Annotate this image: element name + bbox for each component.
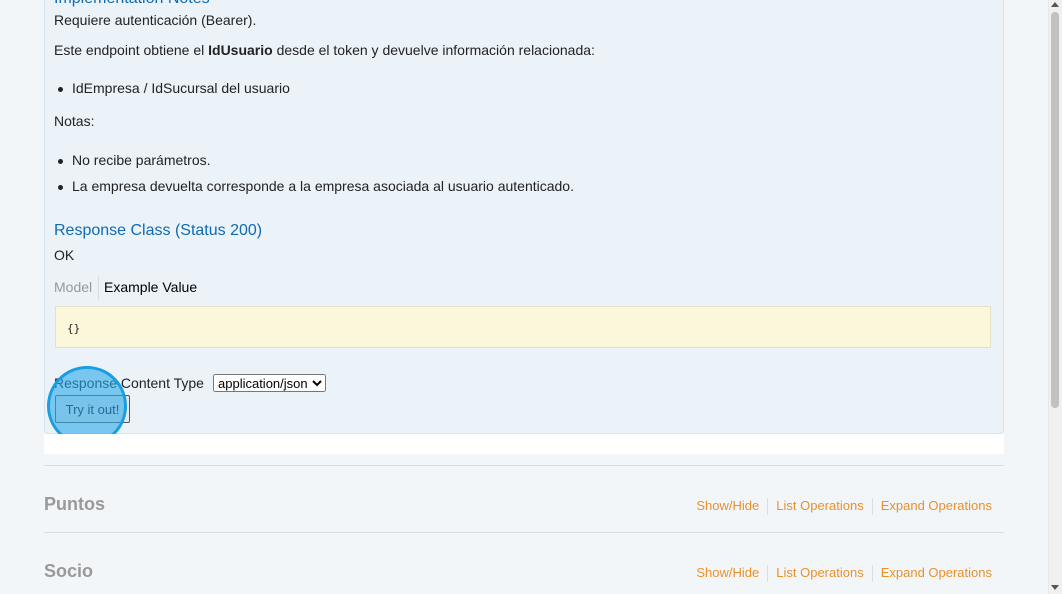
tab-model[interactable]: Model [54,279,92,295]
operation-panel [44,0,1004,434]
section-divider [44,465,1004,466]
response-content-type-label: Response Content Type [54,375,204,391]
endpoint-description: Este endpoint obtiene el IdUsuario desde… [54,42,595,58]
tab-divider [98,276,99,300]
section-divider [44,532,1004,533]
auth-note: Requiere autenticación (Bearer). [54,12,257,28]
try-it-out-button[interactable]: Try it out! [55,395,130,423]
description-text: Este endpoint obtiene el [54,42,209,58]
expand-operations-link[interactable]: Expand Operations [873,565,992,580]
expand-operations-link[interactable]: Expand Operations [873,498,992,513]
tab-example-value[interactable]: Example Value [104,279,197,295]
example-value-box[interactable]: {} [55,306,991,348]
scroll-up-arrow-icon[interactable] [1051,2,1059,7]
show-hide-link[interactable]: Show/Hide [688,565,767,580]
list-item: IdEmpresa / IdSucursal del usuario [58,80,290,96]
response-class-heading: Response Class (Status 200) [54,222,263,239]
list-item: La empresa devuelta corresponde a la emp… [58,178,574,194]
list-operations-link[interactable]: List Operations [768,565,871,580]
response-status-text: OK [54,247,75,263]
list-item: No recibe parámetros. [58,152,211,168]
implementation-notes-heading: Implementation Notes [54,0,210,8]
section-actions: Show/Hide List Operations Expand Operation… [688,498,992,516]
show-hide-link[interactable]: Show/Hide [688,498,767,513]
operation-footer [44,434,1004,454]
example-code: {} [67,322,81,335]
description-bold-term: IdUsuario [208,42,273,58]
list-operations-link[interactable]: List Operations [768,498,871,513]
content-type-select[interactable]: application/json [213,374,326,392]
section-actions: Show/Hide List Operations Expand Operation… [688,565,992,583]
scroll-down-arrow-icon[interactable] [1051,585,1059,590]
notes-label: Notas: [54,113,95,129]
section-title-socio[interactable]: Socio [44,561,93,582]
vertical-scrollbar[interactable] [1048,0,1062,594]
scrollbar-thumb[interactable] [1051,12,1059,408]
section-title-puntos[interactable]: Puntos [44,494,105,515]
description-text-end: desde el token y devuelve información re… [272,42,595,58]
